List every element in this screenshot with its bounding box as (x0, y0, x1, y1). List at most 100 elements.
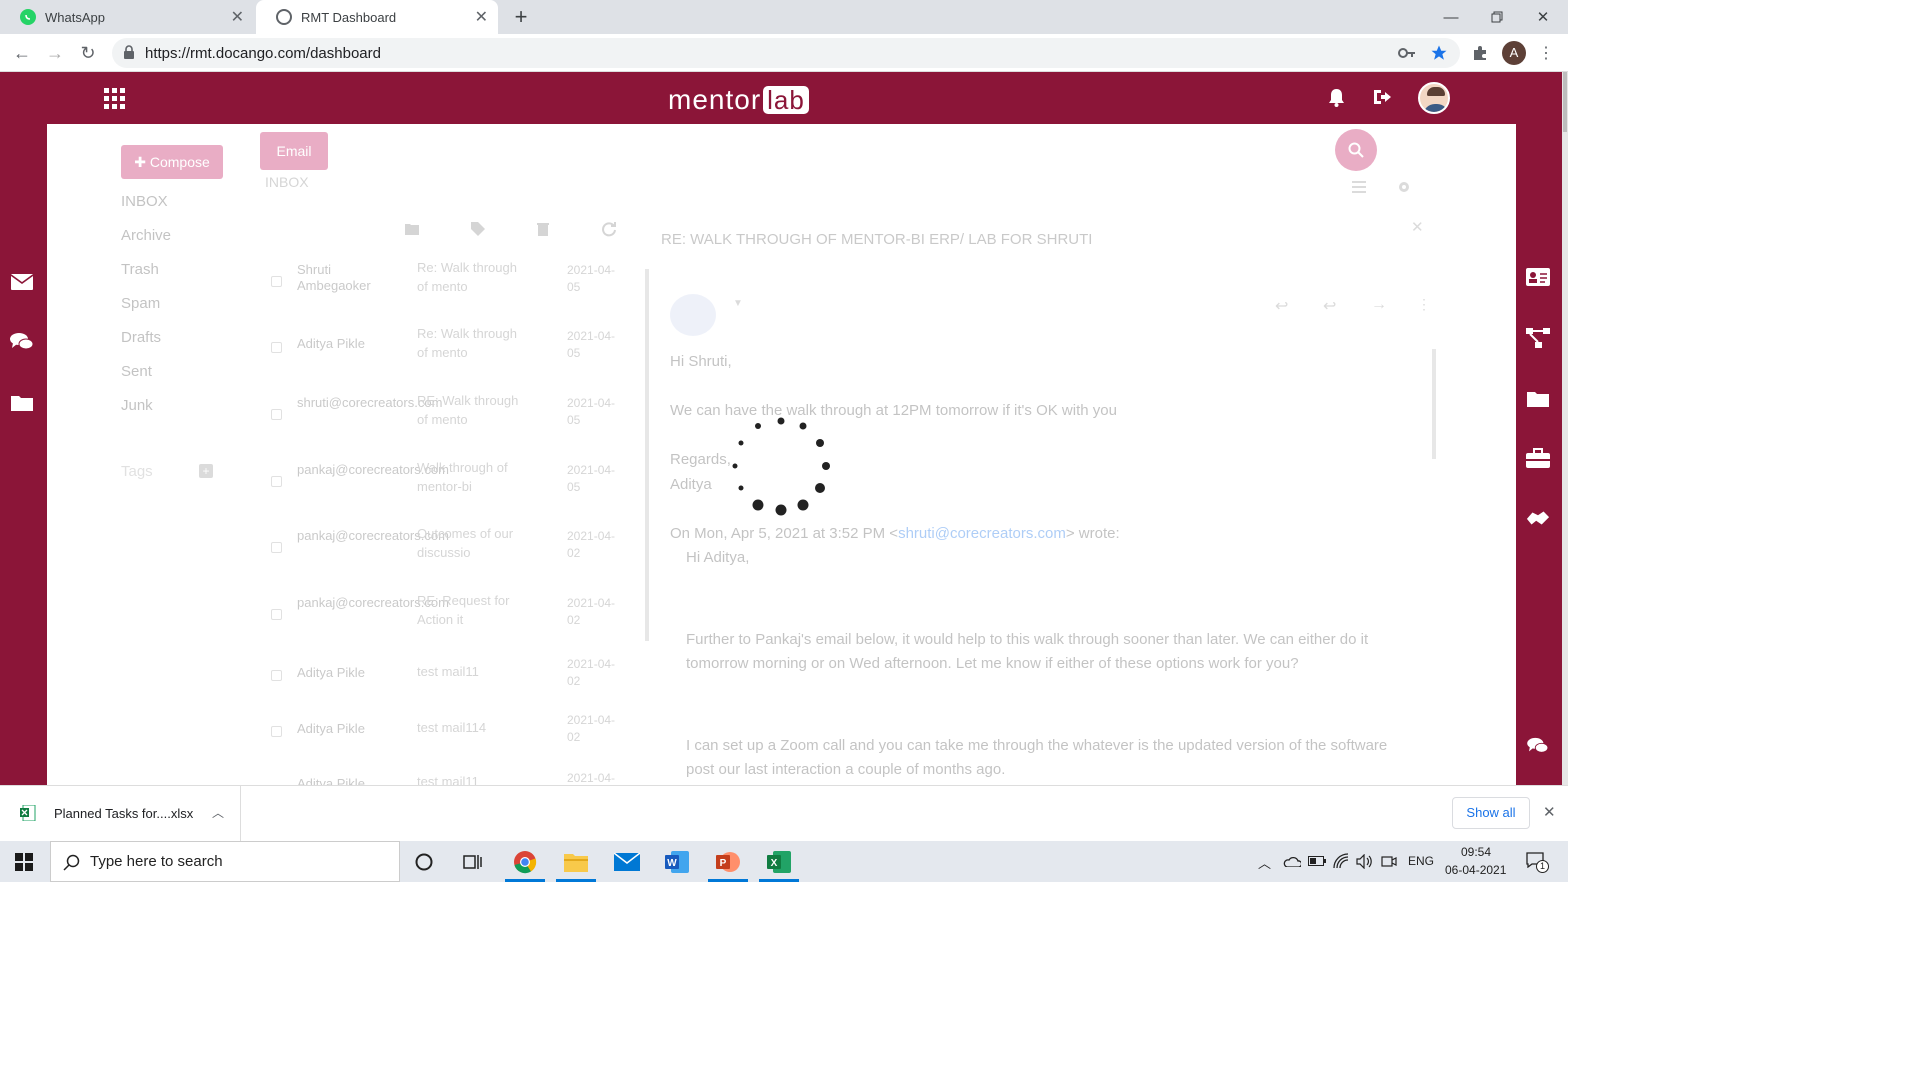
tab-rmt-dashboard[interactable]: RMT Dashboard ✕ (256, 0, 498, 34)
folder-spam[interactable]: Spam (121, 295, 160, 312)
mail-checkbox[interactable] (271, 726, 282, 737)
folder-trash[interactable]: Trash (121, 261, 159, 278)
close-download-bar-icon[interactable]: ✕ (1543, 803, 1556, 821)
mail-icon[interactable] (10, 270, 34, 294)
mail-list-item[interactable]: Shruti Ambegaoker Re: Walk through of me… (257, 254, 637, 320)
mail-list-item[interactable]: Aditya Pikle test mail11 2021-04- (257, 766, 637, 785)
excel-icon[interactable]: X (756, 841, 802, 882)
profile-avatar[interactable]: A (1502, 41, 1526, 65)
browser-menu-icon[interactable]: ⋮ (1534, 41, 1558, 65)
close-icon[interactable]: ✕ (475, 7, 488, 27)
refresh-icon[interactable] (601, 221, 617, 237)
page-scrollbar[interactable] (1562, 72, 1568, 785)
clock-date[interactable]: 06-04-2021 (1445, 863, 1506, 877)
email-tab[interactable]: Email (260, 132, 328, 170)
reply-all-icon[interactable]: ↩ (1323, 296, 1336, 316)
chevron-up-icon[interactable]: ︿ (212, 804, 224, 821)
mail-list-item[interactable]: pankaj@corecreators.com Outcomes of our … (257, 520, 637, 586)
forward-button[interactable]: → (43, 41, 67, 65)
taskbar-search-box[interactable]: Type here to search (50, 841, 400, 882)
page-scrollbar-thumb[interactable] (1563, 72, 1567, 132)
tag-icon[interactable] (471, 222, 485, 236)
folder-junk[interactable]: Junk (121, 397, 153, 414)
contact-card-icon[interactable] (1526, 265, 1550, 289)
delete-icon[interactable] (537, 222, 549, 236)
restore-button[interactable] (1474, 0, 1520, 34)
wifi-icon[interactable] (1333, 853, 1349, 869)
battery-icon[interactable] (1308, 856, 1326, 866)
powerpoint-icon[interactable]: P (705, 841, 751, 882)
onedrive-icon[interactable] (1283, 855, 1301, 867)
handshake-icon[interactable] (1526, 506, 1550, 530)
folder-icon[interactable] (10, 390, 34, 414)
reply-icon[interactable]: ↩ (1275, 296, 1288, 316)
folder-drafts[interactable]: Drafts (121, 329, 161, 346)
mail-app-icon[interactable] (604, 841, 650, 882)
mail-list-item[interactable]: Aditya Pikle Re: Walk through of mento 2… (257, 320, 637, 386)
new-tab-button[interactable]: + (508, 4, 534, 30)
forward-icon[interactable]: → (1371, 296, 1387, 314)
file-explorer-icon[interactable] (553, 841, 599, 882)
chat-icon[interactable] (1526, 734, 1550, 758)
folder-archive[interactable]: Archive (121, 227, 171, 244)
folder-inbox[interactable]: INBOX (121, 193, 168, 210)
quote-email-link[interactable]: shruti@corecreators.com (898, 525, 1066, 542)
tray-chevron-up-icon[interactable]: ︿ (1258, 853, 1271, 872)
minimize-button[interactable]: — (1428, 0, 1474, 34)
mail-list-scrollbar[interactable] (645, 269, 649, 641)
folder-sent[interactable]: Sent (121, 363, 152, 380)
bell-icon[interactable] (1328, 88, 1345, 107)
mail-checkbox[interactable] (271, 342, 282, 353)
chevron-down-icon[interactable]: ▼ (733, 298, 743, 309)
gear-icon[interactable] (1397, 180, 1411, 194)
download-item[interactable]: Planned Tasks for....xlsx ︿ (0, 786, 241, 841)
user-avatar[interactable] (1418, 82, 1450, 114)
mail-date: 2021-04-05 (567, 396, 616, 427)
chat-icon[interactable] (10, 330, 34, 354)
task-view-icon[interactable] (450, 841, 496, 882)
add-tag-icon[interactable]: + (199, 464, 213, 478)
clock-time[interactable]: 09:54 (1461, 845, 1491, 859)
reload-button[interactable]: ↻ (76, 41, 100, 65)
more-options-icon[interactable]: ⋮ (1417, 296, 1431, 313)
list-view-icon[interactable] (1352, 181, 1366, 193)
windows-start-icon[interactable] (15, 853, 33, 871)
extensions-icon[interactable] (1468, 41, 1492, 65)
close-window-button[interactable]: ✕ (1520, 0, 1566, 34)
apps-grid-icon[interactable] (104, 88, 125, 109)
meet-now-icon[interactable] (1381, 854, 1397, 869)
mail-list-item[interactable]: shruti@corecreators.com RE: Walk through… (257, 387, 637, 453)
mail-checkbox[interactable] (271, 609, 282, 620)
mail-checkbox[interactable] (271, 670, 282, 681)
search-button[interactable] (1335, 129, 1377, 171)
folder-icon[interactable] (1526, 386, 1550, 410)
mail-checkbox[interactable] (271, 276, 282, 287)
briefcase-icon[interactable] (1526, 446, 1550, 470)
tab-whatsapp[interactable]: WhatsApp ✕ (0, 0, 254, 34)
show-all-button[interactable]: Show all (1452, 797, 1530, 829)
cortana-icon[interactable] (401, 841, 447, 882)
reading-scrollbar[interactable] (1432, 349, 1436, 459)
back-button[interactable]: ← (10, 41, 34, 65)
word-icon[interactable]: W (654, 841, 700, 882)
close-icon[interactable]: ✕ (231, 7, 244, 27)
volume-icon[interactable] (1356, 854, 1373, 869)
mail-checkbox[interactable] (271, 542, 282, 553)
key-icon[interactable] (1398, 46, 1416, 60)
mail-checkbox[interactable] (271, 409, 282, 420)
mail-subject: test mail11 (417, 664, 479, 679)
notification-center-icon[interactable]: 1 (1526, 852, 1549, 873)
chrome-taskbar-icon[interactable] (502, 841, 548, 882)
workflow-icon[interactable] (1526, 326, 1550, 350)
mail-checkbox[interactable] (271, 476, 282, 487)
close-reading-icon[interactable]: ✕ (1411, 218, 1424, 236)
mail-list-item[interactable]: pankaj@corecreators.com RE: Request for … (257, 587, 637, 653)
mail-list-item[interactable]: pankaj@corecreators.com Walk through of … (257, 454, 637, 520)
language-indicator[interactable]: ENG (1408, 854, 1434, 868)
bookmark-star-icon[interactable] (1430, 44, 1448, 62)
address-bar[interactable]: https://rmt.docango.com/dashboard (112, 38, 1460, 68)
logout-icon[interactable] (1372, 88, 1392, 106)
move-folder-icon[interactable] (405, 223, 419, 235)
compose-button[interactable]: ✚ Compose (121, 145, 223, 179)
notification-count-badge: 1 (1536, 860, 1549, 873)
